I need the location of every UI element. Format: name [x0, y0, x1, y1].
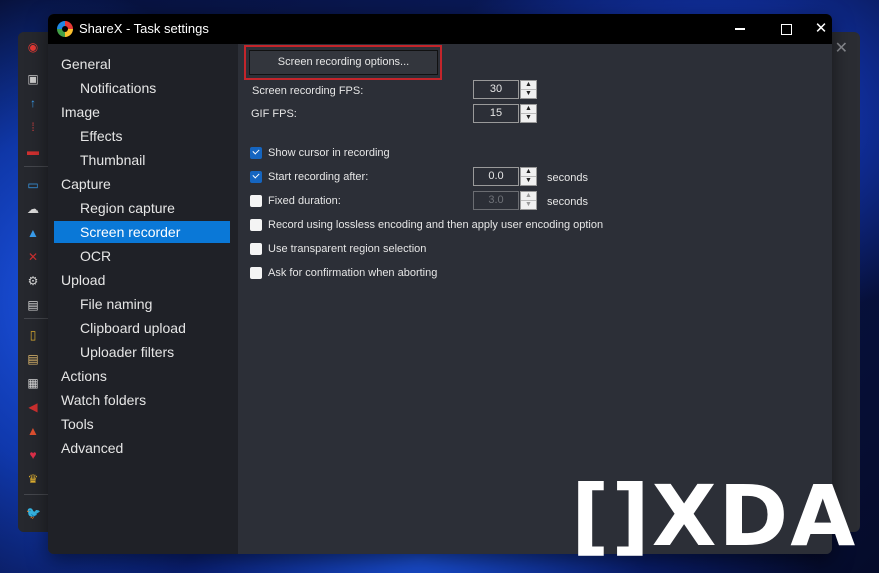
- checkbox[interactable]: [250, 243, 262, 255]
- sharex-logo-icon[interactable]: ◉: [26, 40, 40, 54]
- spin-down-icon: ▼: [525, 201, 532, 208]
- nav-item-ocr[interactable]: OCR: [54, 245, 230, 267]
- maximize-button[interactable]: [763, 14, 809, 44]
- spin-up-icon[interactable]: ▲: [521, 81, 536, 90]
- destinations-icon[interactable]: ▲: [26, 226, 40, 240]
- after-capture-icon[interactable]: ▭: [26, 178, 40, 192]
- spin-up-icon[interactable]: ▲: [521, 168, 536, 177]
- twitter-icon[interactable]: 🐦: [26, 506, 41, 520]
- confirm-abort-label: Ask for confirmation when aborting: [268, 267, 438, 279]
- screen-recording-options-button[interactable]: Screen recording options...: [249, 50, 438, 75]
- nav-item-screen-recorder[interactable]: Screen recorder: [54, 221, 230, 243]
- history-icon[interactable]: ▤: [26, 352, 40, 366]
- spin-down-icon[interactable]: ▼: [521, 114, 536, 122]
- tools-icon[interactable]: ▬: [26, 144, 40, 158]
- start-delay-input[interactable]: 0.0: [473, 167, 519, 186]
- capture-icon[interactable]: ▣: [26, 72, 40, 86]
- task-settings-icon[interactable]: ⚙: [26, 274, 40, 288]
- spin-down-icon[interactable]: ▼: [521, 177, 536, 185]
- news-icon[interactable]: ◀: [26, 400, 40, 414]
- checkbox[interactable]: [250, 171, 262, 183]
- nav-item-region-capture[interactable]: Region capture: [54, 197, 230, 219]
- transparent-region-label: Use transparent region selection: [268, 243, 427, 255]
- start-delay-spinner[interactable]: ▲ ▼: [520, 167, 537, 186]
- spin-up-icon[interactable]: ▲: [521, 105, 536, 114]
- nav-item-advanced[interactable]: Advanced: [54, 437, 230, 459]
- nav-item-clipboard-upload[interactable]: Clipboard upload: [54, 317, 230, 339]
- maximize-icon: [780, 23, 792, 35]
- sharex-logo-icon: [57, 21, 73, 37]
- nav-item-general[interactable]: General: [54, 53, 230, 75]
- start-delay-stepper[interactable]: 0.0 ▲ ▼: [473, 167, 537, 186]
- fixed-duration-input: 3.0: [473, 191, 519, 210]
- window-title: ShareX - Task settings: [79, 21, 209, 36]
- xda-watermark: []XDA: [571, 467, 858, 565]
- spin-down-icon[interactable]: ▼: [521, 90, 536, 98]
- fixed-duration-unit: seconds: [547, 196, 588, 208]
- checkbox[interactable]: [250, 147, 262, 159]
- screenshots-folder-icon[interactable]: ▯: [26, 328, 40, 342]
- show-cursor-label: Show cursor in recording: [268, 147, 390, 159]
- nav-item-thumbnail[interactable]: Thumbnail: [54, 149, 230, 171]
- start-recording-after-label: Start recording after:: [268, 171, 369, 183]
- nav-item-file-naming[interactable]: File naming: [54, 293, 230, 315]
- hotkey-settings-icon[interactable]: ▤: [26, 298, 40, 312]
- start-delay-unit: seconds: [547, 172, 588, 184]
- close-button[interactable]: ✕: [809, 14, 832, 44]
- nav-item-capture[interactable]: Capture: [54, 173, 230, 195]
- gif-fps-stepper[interactable]: 15 ▲ ▼: [473, 104, 537, 123]
- checkbox[interactable]: [250, 267, 262, 279]
- checkbox[interactable]: [250, 219, 262, 231]
- gif-fps-input[interactable]: 15: [473, 104, 519, 123]
- title-bar: ShareX - Task settings ✕: [48, 14, 832, 44]
- close-icon: ✕: [814, 20, 828, 37]
- checkbox[interactable]: [250, 195, 262, 207]
- after-upload-icon[interactable]: ☁: [26, 202, 40, 216]
- nav-item-tools[interactable]: Tools: [54, 413, 230, 435]
- nav-item-uploader-filters[interactable]: Uploader filters: [54, 341, 230, 363]
- minimize-icon: [735, 28, 745, 30]
- upload-icon[interactable]: ↑: [26, 96, 40, 110]
- lossless-encoding-label: Record using lossless encoding and then …: [268, 219, 604, 231]
- fps-spinner[interactable]: ▲ ▼: [520, 80, 537, 99]
- debug-icon[interactable]: ▲: [26, 424, 40, 438]
- gif-fps-spinner[interactable]: ▲ ▼: [520, 104, 537, 123]
- about-icon[interactable]: ♛: [26, 472, 40, 486]
- donate-icon[interactable]: ♥: [26, 448, 40, 462]
- fps-label: Screen recording FPS:: [252, 85, 364, 97]
- gif-fps-label: GIF FPS:: [251, 108, 297, 120]
- spin-up-icon: ▲: [521, 192, 536, 201]
- fps-input[interactable]: 30: [473, 80, 519, 99]
- fps-stepper[interactable]: 30 ▲ ▼: [473, 80, 537, 99]
- application-settings-icon[interactable]: ✕: [26, 250, 40, 264]
- nav-item-upload[interactable]: Upload: [54, 269, 230, 291]
- background-sidebar: ◉ ▣ ↑ ⁞ ▬ ▭ ☁ ▲ ✕ ⚙ ▤ ▯ ▤ ▦ ◀ ▲ ♥ ♛ 🐦: [18, 32, 52, 532]
- background-close-icon[interactable]: ✕: [835, 38, 848, 58]
- settings-nav-tree: General Notifications Image Effects Thumbnai…: [48, 44, 238, 554]
- image-history-icon[interactable]: ▦: [26, 376, 40, 390]
- fixed-duration-spinner: ▲ ▼: [520, 191, 537, 210]
- minimize-button[interactable]: [717, 14, 763, 44]
- fixed-duration-label: Fixed duration:: [268, 195, 341, 207]
- nav-item-effects[interactable]: Effects: [54, 125, 230, 147]
- nav-item-watch-folders[interactable]: Watch folders: [54, 389, 230, 411]
- workflows-icon[interactable]: ⁞: [26, 120, 40, 134]
- nav-item-notifications[interactable]: Notifications: [54, 77, 230, 99]
- fixed-duration-stepper: 3.0 ▲ ▼: [473, 191, 537, 210]
- nav-item-actions[interactable]: Actions: [54, 365, 230, 387]
- nav-item-image[interactable]: Image: [54, 101, 230, 123]
